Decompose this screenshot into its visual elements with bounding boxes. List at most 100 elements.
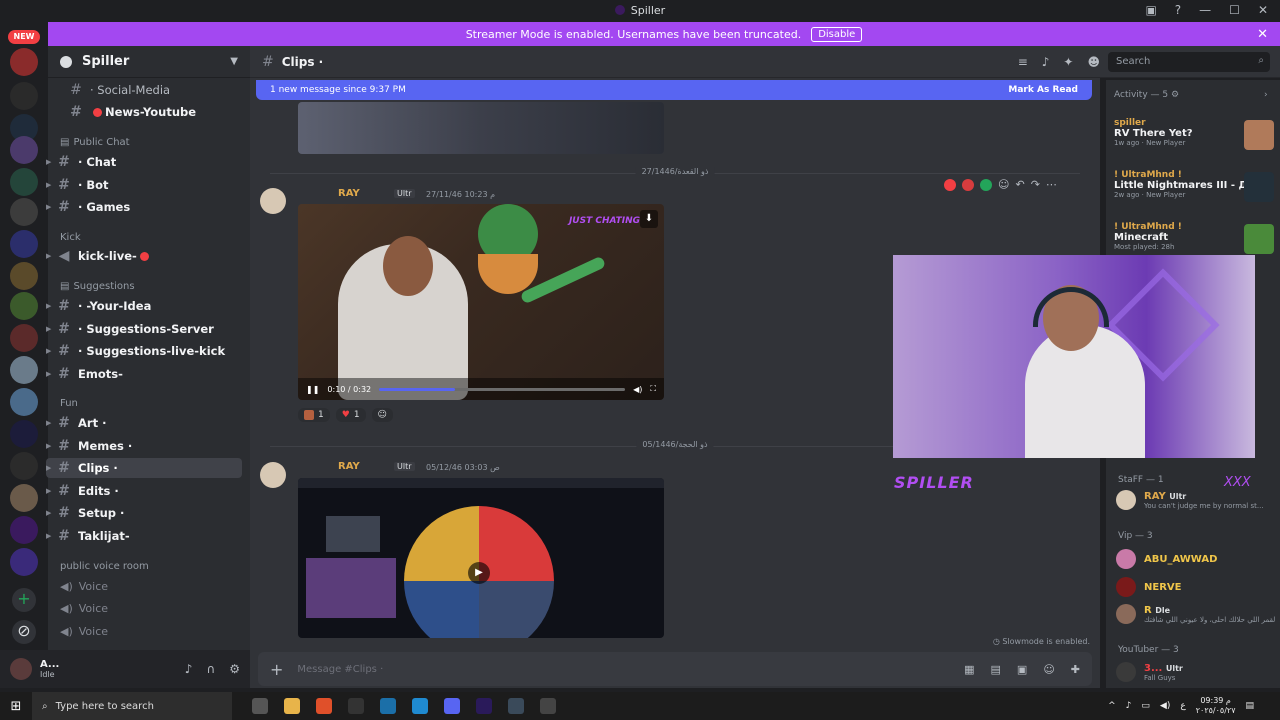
fullscreen-icon[interactable]: ⛶ (650, 384, 656, 394)
video-player[interactable]: JUST CHATING ⬇ ❚❚ 0:10 / 0:32 ◀) ⛶ (298, 204, 664, 400)
new-messages-bar[interactable]: 1 new message since 9:37 PM Mark As Read (256, 80, 1092, 100)
server-icon[interactable] (10, 356, 38, 384)
member-item[interactable]: NERVE (1116, 577, 1181, 597)
pause-icon[interactable]: ❚❚ (306, 385, 319, 394)
category-suggestions[interactable]: ▤ Suggestions (60, 281, 135, 292)
channel-suggestions-live-kick[interactable]: ▶ # · Suggestions-live-kick (46, 341, 232, 361)
channel-taklijat[interactable]: ▶ # Taklijat- (46, 526, 232, 546)
task-view-icon[interactable] (252, 698, 268, 714)
discord-icon[interactable] (444, 698, 460, 714)
avatar[interactable] (260, 188, 286, 214)
premiere-pro-icon[interactable] (476, 698, 492, 714)
server-icon[interactable] (10, 516, 38, 544)
add-reaction-icon[interactable]: ☺ (998, 178, 1009, 191)
server-icon[interactable] (10, 452, 38, 480)
category-kick[interactable]: Kick (60, 232, 81, 243)
activity-item[interactable]: ! UltraMhnd ! Minecraft Most played: 28h (1114, 222, 1274, 254)
server-icon[interactable] (10, 230, 38, 258)
reply-icon[interactable]: ↶ (1015, 178, 1024, 191)
server-icon[interactable] (10, 292, 38, 320)
add-reaction-button[interactable]: ☺ (371, 408, 393, 422)
network-icon[interactable]: ▭ (1141, 701, 1150, 711)
voice-channel[interactable]: ◀) Voice (60, 580, 108, 593)
message-author[interactable]: RAY (338, 188, 360, 199)
new-badge[interactable]: NEW (8, 30, 40, 44)
volume-icon[interactable]: ◀) (633, 385, 642, 394)
member-item[interactable]: R Dle لقمر اللي حلالك احلى، ولا عيوني ال… (1116, 604, 1275, 624)
channel-edits[interactable]: ▶ # Edits · (46, 481, 232, 501)
message-author[interactable]: RAY (338, 461, 360, 472)
member-item[interactable]: ABU_AWWAD (1116, 549, 1217, 569)
members-icon[interactable]: ☻ (1087, 55, 1100, 69)
inbox-icon[interactable]: ▣ (1145, 3, 1156, 17)
file-explorer-icon[interactable] (284, 698, 300, 714)
app-icon[interactable] (412, 698, 428, 714)
channel-memes[interactable]: ▶ # Memes · (46, 436, 232, 456)
server-icon[interactable] (10, 484, 38, 512)
forward-icon[interactable]: ↷ (1031, 178, 1040, 191)
red-reaction-icon[interactable] (962, 178, 974, 191)
microphone-icon[interactable]: ♪ (1126, 701, 1132, 711)
sticker-icon[interactable]: ▣ (1017, 663, 1027, 676)
category-fun[interactable]: Fun (60, 398, 78, 409)
mark-as-read-button[interactable]: Mark As Read (1008, 85, 1078, 95)
volume-icon[interactable]: ◀) (1160, 701, 1170, 711)
category-public-chat[interactable]: ▤ Public Chat (60, 137, 130, 148)
epic-games-icon[interactable] (348, 698, 364, 714)
channel-news-youtube[interactable]: # News-Youtube (58, 102, 244, 122)
server-icon[interactable] (10, 82, 38, 110)
channel-clips[interactable]: ▶ # Clips · (46, 458, 242, 478)
emoji-icon[interactable]: ☺ (1043, 663, 1054, 676)
server-icon[interactable] (10, 168, 38, 196)
microphone-icon[interactable]: ♪ (185, 662, 193, 676)
channel-chat[interactable]: ▶ # · Chat (46, 152, 232, 172)
server-icon[interactable] (10, 198, 38, 226)
message-input[interactable]: Message #Clips · (297, 664, 383, 675)
avatar[interactable] (260, 462, 286, 488)
obs-icon[interactable] (540, 698, 556, 714)
server-icon[interactable] (10, 548, 38, 576)
guild-header[interactable]: Spiller ▼ (48, 46, 250, 78)
taskbar-search[interactable]: ⌕ Type here to search (32, 692, 232, 720)
voice-channel[interactable]: ◀) Voice (60, 602, 108, 615)
notifications-icon[interactable]: ▤ (1245, 701, 1254, 711)
channel-your-idea[interactable]: ▶ # · -Your-Idea (46, 296, 232, 316)
message-composer[interactable]: + Message #Clips · ▦ ▤ ▣ ☺ ✚ (258, 652, 1092, 686)
help-icon[interactable]: ? (1175, 3, 1181, 17)
activity-item[interactable]: spiller RV There Yet? 1w ago · New Playe… (1114, 118, 1274, 150)
bell-icon[interactable]: ♪ (1042, 55, 1050, 69)
steam-icon[interactable] (380, 698, 396, 714)
gift-icon[interactable]: ▦ (964, 663, 974, 676)
activity-header[interactable]: Activity — 5 ⚙ › (1114, 90, 1268, 100)
video-progress-bar[interactable] (379, 387, 626, 391)
reaction-chip[interactable]: 1 (298, 408, 330, 422)
channel-art[interactable]: ▶ # Art · (46, 413, 232, 433)
category-voice[interactable]: public voice room (60, 561, 149, 572)
channel-emots[interactable]: ▶ # Emots- (46, 364, 232, 384)
app-icon[interactable] (508, 698, 524, 714)
server-icon[interactable] (10, 388, 38, 416)
member-item[interactable]: RAY Ultr You can't judge me by normal st… (1116, 490, 1264, 510)
minimize-button[interactable]: — (1199, 3, 1211, 17)
headphones-icon[interactable]: ∩ (206, 662, 215, 676)
activity-item[interactable]: ! UltraMhnd ! Little Nightmares III - Де… (1114, 170, 1274, 202)
server-icon[interactable] (10, 262, 38, 290)
avatar[interactable] (10, 658, 32, 680)
windows-start-icon[interactable]: ⊞ (0, 699, 32, 714)
channel-games[interactable]: ▶ # · Games (46, 197, 232, 217)
attach-plus-icon[interactable]: + (270, 660, 283, 679)
gif-icon[interactable]: ▤ (991, 663, 1001, 676)
close-banner-icon[interactable]: ✕ (1257, 27, 1268, 42)
server-icon[interactable] (10, 420, 38, 448)
previous-clip-thumbnail[interactable] (298, 102, 664, 154)
search-input[interactable]: Search ⌕ (1108, 52, 1270, 72)
channel-suggestions-server[interactable]: ▶ # · Suggestions-Server (46, 319, 232, 339)
video-player[interactable]: ▶ (298, 478, 664, 638)
download-icon[interactable]: ⬇ (640, 210, 658, 228)
add-server-button[interactable]: + (12, 588, 36, 612)
apps-icon[interactable]: ✚ (1071, 663, 1080, 676)
discover-button[interactable]: ⊘ (12, 620, 36, 644)
threads-icon[interactable]: ≡ (1018, 55, 1028, 69)
channel-social-media[interactable]: # · Social-Media (58, 80, 244, 100)
brave-browser-icon[interactable] (316, 698, 332, 714)
